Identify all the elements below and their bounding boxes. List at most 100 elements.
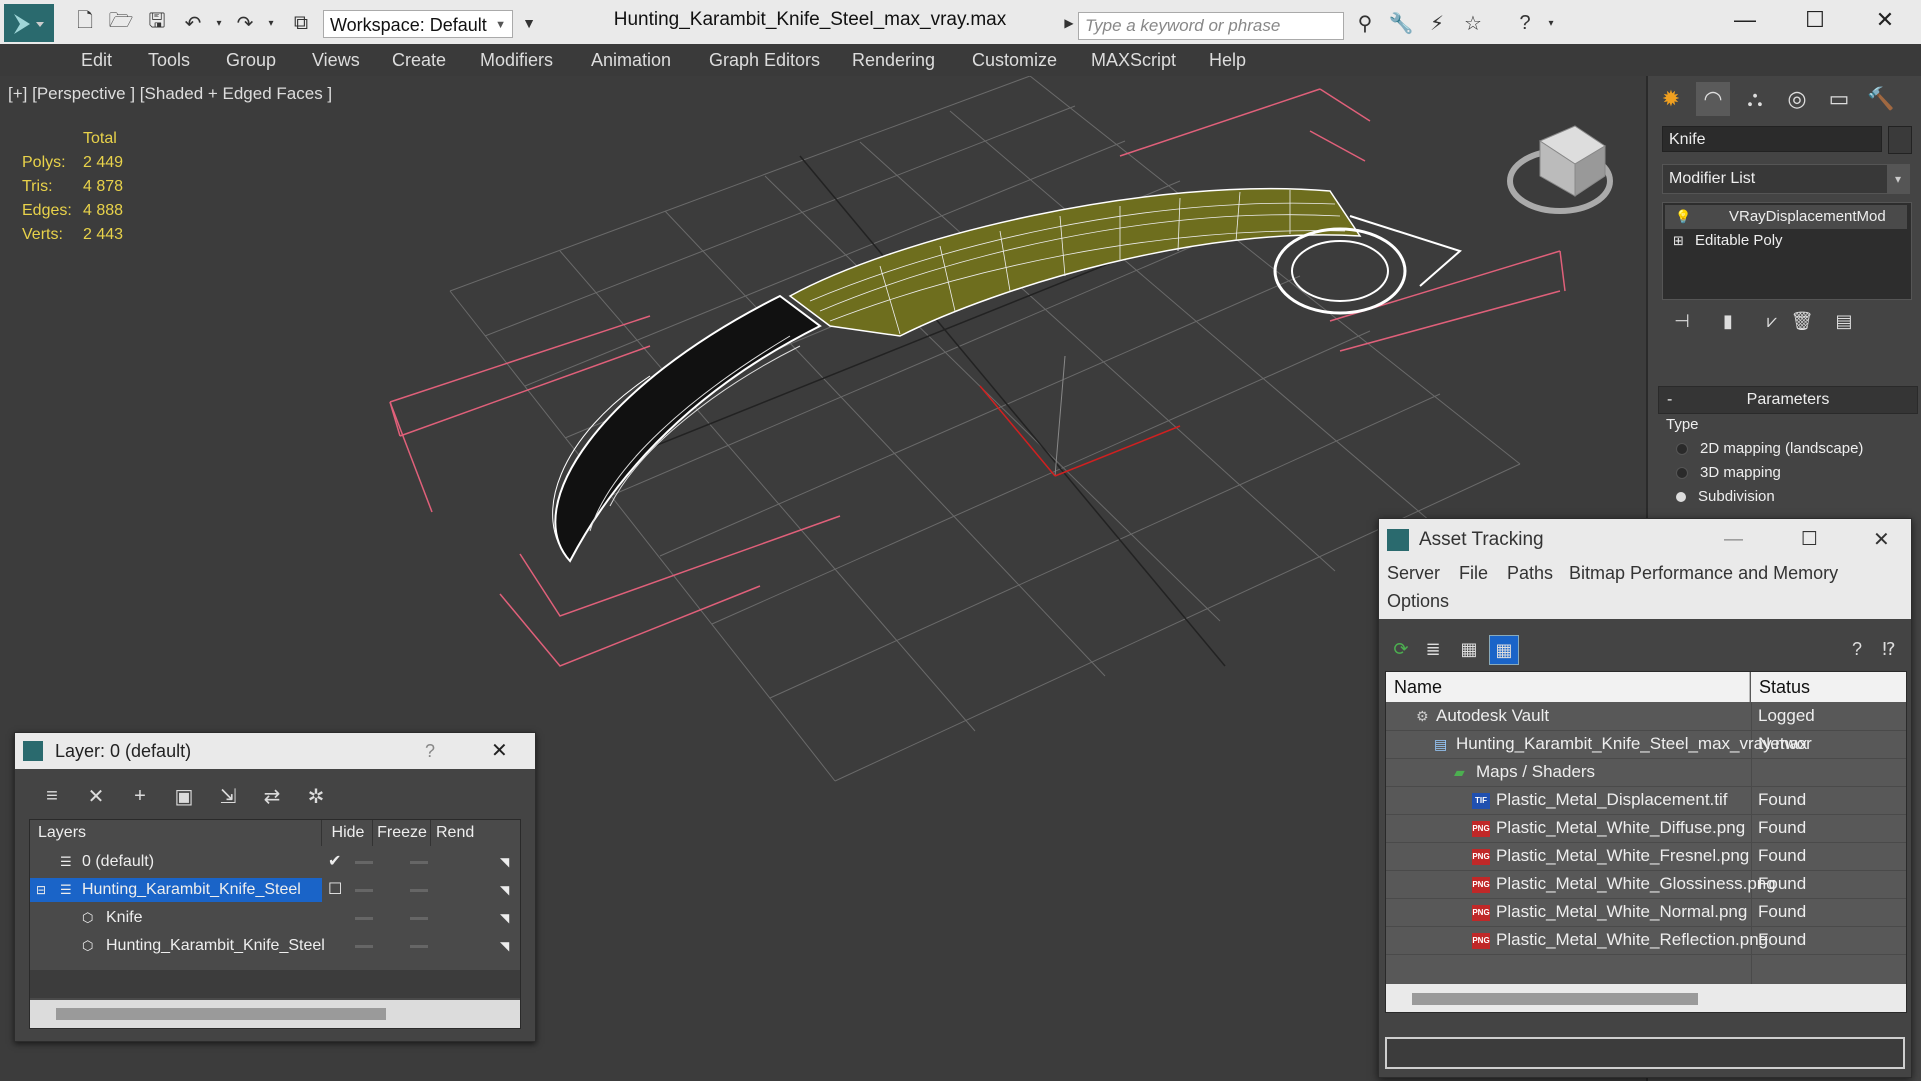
horizontal-scrollbar[interactable] bbox=[30, 1000, 520, 1028]
menu-modifiers[interactable]: Modifiers bbox=[480, 50, 553, 71]
menu-file[interactable]: File bbox=[1459, 563, 1488, 584]
help-icon[interactable]: ? bbox=[1843, 635, 1871, 663]
dialog-title-bar[interactable]: Asset Tracking — ☐ ✕ bbox=[1379, 519, 1911, 561]
hide-toggle[interactable] bbox=[355, 861, 373, 864]
project-folder-icon[interactable]: ⧉ bbox=[288, 10, 314, 36]
menu-views[interactable]: Views bbox=[312, 50, 360, 71]
show-end-result-icon[interactable]: ▮ bbox=[1714, 308, 1742, 334]
help-icon[interactable]: ? bbox=[1512, 10, 1538, 36]
menu-maxscript[interactable]: MAXScript bbox=[1091, 50, 1176, 71]
maximize-icon[interactable]: ☐ bbox=[1801, 519, 1818, 561]
render-teapot-icon[interactable]: ◥ bbox=[500, 932, 509, 960]
maximize-icon[interactable]: ☐ bbox=[1780, 0, 1850, 40]
menu-paths[interactable]: Paths bbox=[1507, 563, 1553, 584]
make-unique-icon[interactable]: ⩗ bbox=[1758, 308, 1786, 334]
workspace-dropdown[interactable]: Workspace: Default ▼ bbox=[323, 10, 513, 38]
collapse-minus-icon[interactable]: ⊟ bbox=[36, 876, 46, 904]
configure-sets-icon[interactable]: ▤ bbox=[1830, 308, 1858, 334]
redo-icon[interactable]: ↷ bbox=[232, 10, 258, 36]
modifier-list-dropdown[interactable]: Modifier List ▾ bbox=[1662, 164, 1910, 194]
close-icon[interactable]: ✕ bbox=[1850, 0, 1920, 40]
active-checkmark-icon[interactable]: ✔ bbox=[328, 848, 341, 876]
select-objects-icon[interactable]: ▣ bbox=[169, 781, 199, 811]
freeze-toggle[interactable] bbox=[410, 889, 428, 892]
dialog-title-bar[interactable]: Layer: 0 (default) ? ✕ bbox=[15, 733, 535, 769]
menu-animation[interactable]: Animation bbox=[591, 50, 671, 71]
app-logo-icon[interactable] bbox=[4, 4, 54, 42]
object-name-field[interactable]: Knife bbox=[1662, 126, 1882, 152]
list-view-icon[interactable]: ≣ bbox=[1419, 635, 1447, 663]
radio-subdivision[interactable]: Subdivision bbox=[1676, 488, 1775, 505]
asset-row[interactable]: PNG Plastic_Metal_White_Glossiness.png F… bbox=[1386, 870, 1906, 899]
asset-row[interactable]: PNG Plastic_Metal_White_Normal.png Found bbox=[1386, 898, 1906, 927]
column-header-layers[interactable]: Layers bbox=[30, 820, 322, 846]
menu-customize[interactable]: Customize bbox=[972, 50, 1057, 71]
radio-button[interactable] bbox=[1676, 443, 1688, 456]
menu-create[interactable]: Create bbox=[392, 50, 446, 71]
render-teapot-icon[interactable]: ◥ bbox=[500, 904, 509, 932]
column-header-render[interactable]: Rend bbox=[432, 820, 524, 846]
menu-edit[interactable]: Edit bbox=[81, 50, 112, 71]
column-header-status[interactable]: Status bbox=[1751, 672, 1906, 702]
parameters-rollout-header[interactable]: - Parameters bbox=[1658, 386, 1918, 414]
new-file-icon[interactable]: 🗋 bbox=[72, 10, 98, 36]
redo-dropdown-icon[interactable]: ▾ bbox=[258, 10, 284, 36]
asset-row[interactable]: ⚙ Autodesk Vault Logged bbox=[1386, 702, 1906, 731]
layer-row[interactable]: ⬡ Knife ◥ bbox=[30, 904, 520, 932]
whats-this-icon[interactable]: ⁉ bbox=[1875, 635, 1903, 663]
help-icon[interactable]: ? bbox=[425, 733, 435, 769]
thumbnail-view-icon[interactable]: ▦ bbox=[1455, 635, 1483, 663]
search-input[interactable]: Type a keyword or phrase bbox=[1078, 12, 1344, 40]
new-layer-icon[interactable]: ≡ bbox=[37, 781, 67, 811]
set-active-box-icon[interactable]: ☐ bbox=[328, 876, 342, 904]
horizontal-scrollbar[interactable] bbox=[1386, 984, 1906, 1012]
object-color-swatch[interactable] bbox=[1888, 126, 1912, 154]
minimize-icon[interactable]: — bbox=[1710, 0, 1780, 40]
modify-tab-icon[interactable]: ◠ bbox=[1696, 82, 1730, 116]
freeze-toggle[interactable] bbox=[410, 945, 428, 948]
pin-stack-icon[interactable]: ⊣ bbox=[1668, 308, 1696, 334]
scrollbar-thumb[interactable] bbox=[1412, 993, 1698, 1005]
freeze-toggle[interactable] bbox=[410, 917, 428, 920]
radio-button-selected[interactable] bbox=[1676, 492, 1686, 503]
open-file-icon[interactable]: 🗁 bbox=[108, 10, 134, 36]
radio-button[interactable] bbox=[1676, 467, 1688, 480]
select-layer-icon[interactable]: ⇲ bbox=[213, 781, 243, 811]
viewcube-icon[interactable] bbox=[1507, 125, 1613, 214]
scrollbar-thumb[interactable] bbox=[56, 1008, 386, 1020]
column-header-freeze[interactable]: Freeze bbox=[374, 820, 431, 846]
undo-icon[interactable]: ↶ bbox=[180, 10, 206, 36]
remove-modifier-icon[interactable]: 🗑 bbox=[1788, 308, 1816, 334]
hide-freeze-icon[interactable]: ✲ bbox=[301, 781, 331, 811]
hide-toggle[interactable] bbox=[355, 889, 373, 892]
wrench-search-icon[interactable]: 🔧 bbox=[1388, 10, 1414, 36]
stack-item-editable-poly[interactable]: ⊞ Editable Poly bbox=[1665, 229, 1907, 253]
column-header-hide[interactable]: Hide bbox=[324, 820, 373, 846]
display-tab-icon[interactable]: ▭ bbox=[1822, 82, 1856, 116]
create-tab-icon[interactable]: ✹ bbox=[1654, 82, 1688, 116]
asset-row[interactable]: PNG Plastic_Metal_White_Diffuse.png Foun… bbox=[1386, 814, 1906, 843]
expand-plus-icon[interactable]: ⊞ bbox=[1673, 229, 1684, 253]
refresh-icon[interactable]: ⟳ bbox=[1387, 635, 1415, 663]
viewport-label[interactable]: [+] [Perspective ] [Shaded + Edged Faces… bbox=[8, 84, 332, 104]
menu-options[interactable]: Options bbox=[1387, 591, 1449, 612]
favorites-star-icon[interactable]: ☆ bbox=[1460, 10, 1486, 36]
radio-3d-mapping[interactable]: 3D mapping bbox=[1676, 464, 1781, 481]
minimize-icon[interactable]: — bbox=[1724, 519, 1743, 561]
asset-row[interactable]: PNG Plastic_Metal_White_Fresnel.png Foun… bbox=[1386, 842, 1906, 871]
binoculars-icon[interactable]: ⚲ bbox=[1352, 10, 1378, 36]
close-icon[interactable]: ✕ bbox=[1873, 519, 1890, 561]
communication-icon[interactable]: ⚡ bbox=[1424, 10, 1450, 36]
close-icon[interactable]: ✕ bbox=[491, 733, 508, 769]
asset-row[interactable]: TIF Plastic_Metal_Displacement.tif Found bbox=[1386, 786, 1906, 815]
lightbulb-icon[interactable]: 💡 bbox=[1675, 205, 1691, 229]
workspace-menu-icon[interactable]: ▼ bbox=[516, 10, 542, 36]
hide-toggle[interactable] bbox=[355, 917, 373, 920]
menu-tools[interactable]: Tools bbox=[148, 50, 190, 71]
utilities-tab-icon[interactable]: 🔨 bbox=[1864, 82, 1898, 116]
delete-layer-icon[interactable]: ✕ bbox=[81, 781, 111, 811]
asset-row[interactable]: ▰ Maps / Shaders bbox=[1386, 758, 1906, 787]
menu-group[interactable]: Group bbox=[226, 50, 276, 71]
menu-help[interactable]: Help bbox=[1209, 50, 1246, 71]
motion-tab-icon[interactable]: ◎ bbox=[1780, 82, 1814, 116]
